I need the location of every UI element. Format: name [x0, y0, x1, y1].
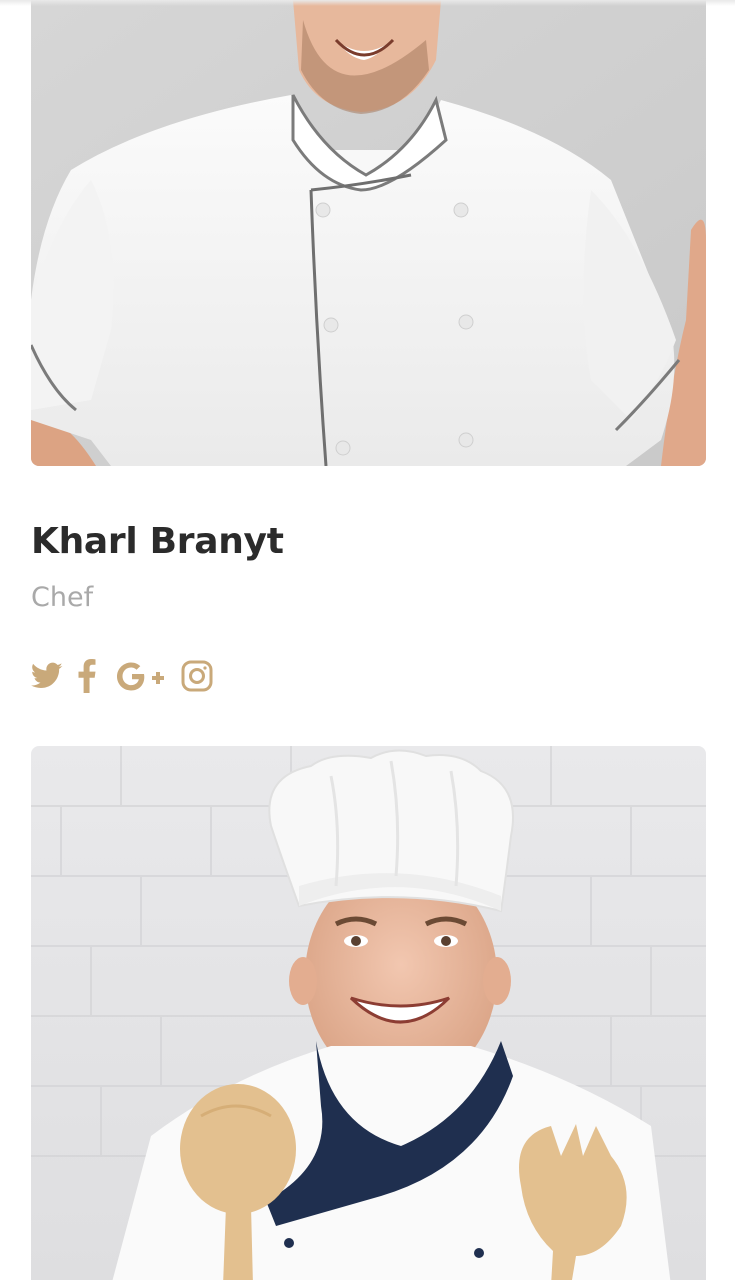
twitter-link[interactable]: [31, 656, 63, 696]
chef-photo-2: [31, 746, 706, 1280]
facebook-icon: [78, 659, 96, 693]
social-links: [31, 656, 213, 696]
instagram-icon: [181, 660, 213, 692]
chef-photo-kharl: [31, 0, 706, 466]
member-role: Chef: [31, 582, 94, 613]
header-shadow: [0, 0, 735, 6]
twitter-icon: [31, 662, 63, 690]
member-name: Kharl Branyt: [31, 521, 284, 562]
team-page: Kharl Branyt Chef: [0, 0, 735, 1280]
google-plus-link[interactable]: [117, 656, 165, 696]
google-plus-icon: [117, 661, 165, 691]
instagram-link[interactable]: [181, 656, 213, 696]
facebook-link[interactable]: [77, 656, 97, 696]
